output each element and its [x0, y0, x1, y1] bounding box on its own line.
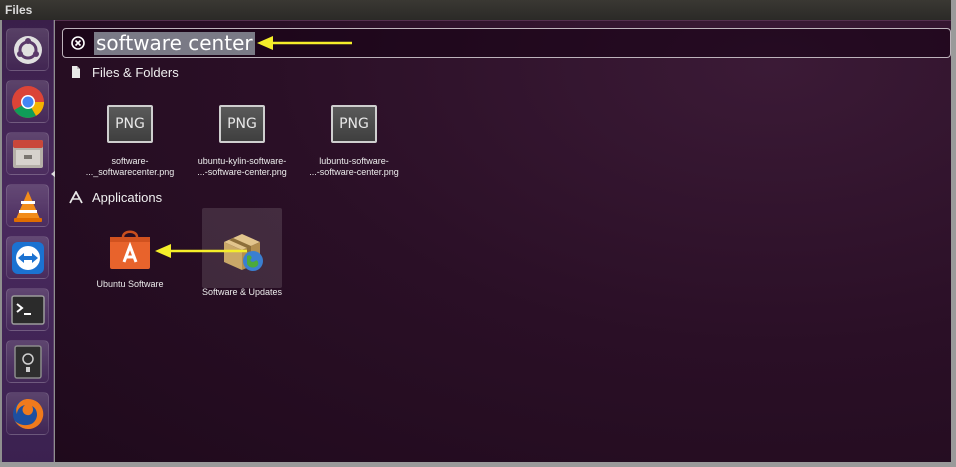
terminal-icon — [10, 294, 45, 325]
firefox-icon — [12, 398, 43, 429]
png-file-icon: PNG — [107, 105, 153, 143]
launcher-item-vlc[interactable] — [6, 184, 49, 227]
ubuntu-dash-icon — [13, 35, 42, 64]
launcher-item-files[interactable] — [6, 132, 49, 175]
applications-icon — [69, 191, 83, 204]
launcher-item-disk[interactable] — [6, 340, 49, 383]
file-name-line2: ...-software-center.png — [309, 167, 399, 177]
dash-overlay: software center Files & Folders PNG soft… — [55, 20, 951, 464]
png-file-icon: PNG — [331, 105, 377, 143]
launcher-item-chrome[interactable] — [6, 80, 49, 123]
app-label: Ubuntu Software — [96, 279, 164, 289]
launcher-item-dash[interactable] — [6, 28, 49, 71]
section-title-files: Files & Folders — [92, 65, 179, 80]
file-name-line1: software- — [111, 156, 149, 166]
file-name-line1: ubuntu-kylin-software- — [197, 156, 287, 166]
file-name-line1: lubuntu-software- — [319, 156, 389, 166]
file-result-3[interactable]: PNG lubuntu-software- ...-software-cente… — [298, 105, 410, 178]
files-icon — [12, 139, 43, 168]
chrome-icon — [11, 85, 44, 118]
launcher-item-firefox[interactable] — [6, 392, 49, 435]
launcher-item-terminal[interactable] — [6, 288, 49, 331]
ubuntu-software-icon — [110, 230, 150, 269]
active-app-title: Files — [5, 3, 33, 17]
file-icon — [72, 66, 80, 78]
search-field[interactable]: software center — [62, 28, 951, 58]
vlc-icon — [13, 190, 42, 222]
disk-icon — [13, 344, 42, 379]
section-title-applications: Applications — [92, 190, 163, 205]
file-name-line2: ...-software-center.png — [197, 167, 287, 177]
annotation-arrow-app — [155, 244, 247, 258]
window-border-right — [951, 0, 956, 467]
window-border-bottom — [0, 462, 956, 467]
clear-search-icon[interactable] — [71, 36, 85, 50]
annotation-arrow-search — [257, 36, 352, 50]
search-query[interactable]: software center — [94, 32, 255, 55]
file-result-1[interactable]: PNG software- ..._softwarecenter.png — [74, 105, 186, 178]
app-label: Software & Updates — [201, 287, 283, 297]
launcher-item-teamviewer[interactable] — [6, 236, 49, 279]
top-panel: Files — [0, 0, 956, 20]
png-file-icon: PNG — [219, 105, 265, 143]
teamviewer-icon — [11, 241, 44, 274]
file-result-2[interactable]: PNG ubuntu-kylin-software- ...-software-… — [186, 105, 298, 178]
launcher — [2, 20, 56, 464]
file-name-line2: ..._softwarecenter.png — [85, 167, 175, 177]
